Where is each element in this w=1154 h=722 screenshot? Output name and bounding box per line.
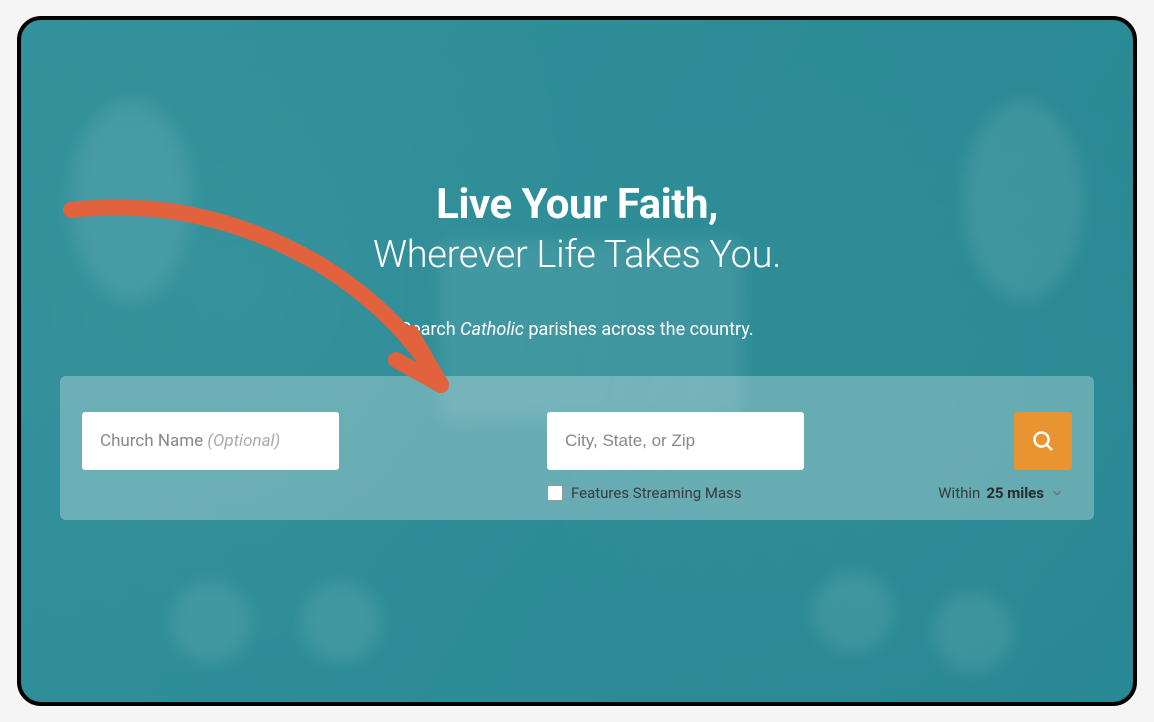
search-panel: Church Name (Optional) Features Streamin… [60,376,1094,520]
subline-italic: Catholic [460,319,524,340]
chevron-down-icon [1050,486,1064,500]
search-options-row: Features Streaming Mass Within 25 miles [547,484,1072,502]
streaming-mass-label: Features Streaming Mass [571,484,742,502]
hero-headline: Live Your Faith, Wherever Life Takes You… [373,180,781,277]
radius-value-label: 25 miles [986,484,1044,502]
streaming-mass-checkbox[interactable]: Features Streaming Mass [547,484,742,502]
headline-secondary: Wherever Life Takes You. [373,233,781,277]
checkbox-box-icon [547,485,563,501]
radius-prefix-label: Within [938,484,980,502]
search-button[interactable] [1014,412,1072,470]
hero-section: Live Your Faith, Wherever Life Takes You… [17,16,1137,706]
headline-primary: Live Your Faith, [373,180,781,229]
search-icon [1031,429,1055,453]
church-name-input[interactable] [82,412,339,470]
location-input[interactable] [547,412,804,470]
location-input-wrapper [547,412,1004,470]
subline-suffix: parishes across the country. [524,319,754,340]
church-name-input-wrapper: Church Name (Optional) [82,412,537,470]
background-decoration [21,20,1133,702]
subline-prefix: Search [400,319,460,340]
radius-selector[interactable]: Within 25 miles [938,484,1064,502]
search-inputs-row: Church Name (Optional) [82,412,1072,470]
hero-subline: Search Catholic parishes across the coun… [400,319,753,340]
